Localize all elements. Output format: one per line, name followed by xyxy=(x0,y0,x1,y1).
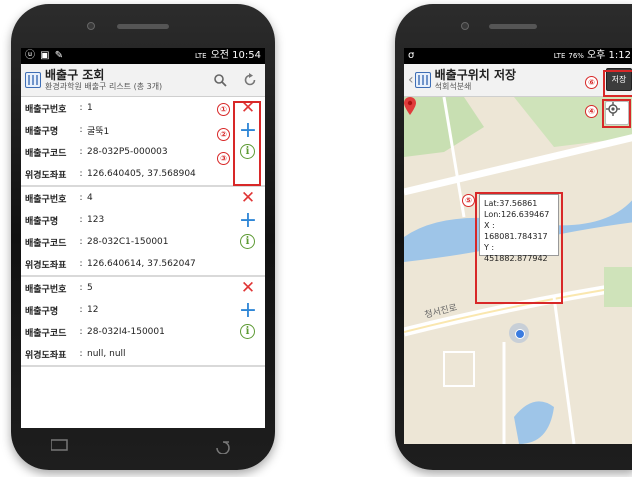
action-icons-highlight xyxy=(233,101,261,186)
status-icons: ⓤ ▣ ✎ xyxy=(25,50,65,61)
front-camera xyxy=(461,22,469,30)
coordinate-popup-highlight xyxy=(475,192,563,304)
page-title: 배출구 조회 xyxy=(45,68,105,82)
add-icon[interactable]: + xyxy=(239,298,257,323)
battery-level: 76% xyxy=(568,52,584,60)
add-icon[interactable]: + xyxy=(239,208,257,233)
annotation-marker-1: ① xyxy=(217,103,230,116)
map-pin-icon[interactable] xyxy=(404,97,416,115)
field-value: 28-032I4-150001 xyxy=(87,327,165,337)
list-item: 배출구번호 : 4 ✕ 배출구명 : 123 + 배출구코드 : 28-032C… xyxy=(21,187,265,277)
info-icon[interactable]: i xyxy=(240,234,255,249)
field-label: 배출구번호 xyxy=(25,194,67,205)
left-phone: ⓤ ▣ ✎ LTE 오전 10:54 배출구 조회 환경과학원 배출구 리스트 … xyxy=(11,4,275,470)
page-title: 배출구위치 저장 xyxy=(434,68,517,82)
annotation-marker-6: ⑥ xyxy=(585,76,598,89)
header-titles: 배출구 조회 환경과학원 배출구 리스트 (총 3개) xyxy=(45,69,209,91)
speaker-grille xyxy=(117,24,169,29)
field-label: 배출구명 xyxy=(25,216,59,227)
field-label: 배출구명 xyxy=(25,126,59,137)
speaker-grille xyxy=(489,24,537,29)
annotation-marker-4: ④ xyxy=(585,105,598,118)
field-label: 위경도좌표 xyxy=(25,170,67,181)
field-separator: : xyxy=(79,283,83,293)
record-row: 배출구명 : 12 + xyxy=(21,298,265,323)
record-row: 배출구코드 : 28-032C1-150001 i xyxy=(21,231,265,253)
back-chevron-icon[interactable]: ‹ xyxy=(408,72,414,88)
record-row: 배출구명 : 123 + xyxy=(21,208,265,233)
delete-icon[interactable]: ✕ xyxy=(239,188,257,208)
field-separator: : xyxy=(79,237,83,247)
record-row: 위경도좌표 : 126.640614, 37.562047 xyxy=(21,253,265,275)
back-key-icon xyxy=(216,441,230,454)
record-row: 배출구번호 : 5 ✕ xyxy=(21,277,265,299)
status-bar: ⓤ ▣ ✎ LTE 오전 10:54 xyxy=(21,48,265,64)
right-phone: σ LTE 76% 오후 1:12 ‹ 배출구위치 저장 석회석분쇄 저장 청서… xyxy=(395,4,632,470)
search-icon[interactable] xyxy=(209,69,231,91)
field-separator: : xyxy=(79,193,83,203)
delete-icon[interactable]: ✕ xyxy=(239,278,257,298)
stage: ⓤ ▣ ✎ LTE 오전 10:54 배출구 조회 환경과학원 배출구 리스트 … xyxy=(0,0,632,477)
record-row: 위경도좌표 : 126.640405, 37.568904 xyxy=(21,163,265,185)
left-screen: ⓤ ▣ ✎ LTE 오전 10:54 배출구 조회 환경과학원 배출구 리스트 … xyxy=(21,48,265,428)
field-separator: : xyxy=(79,259,83,269)
field-label: 배출구코드 xyxy=(25,238,67,249)
page-subtitle: 석회석분쇄 xyxy=(434,82,472,91)
record-row: 배출구코드 : 28-032I4-150001 i xyxy=(21,321,265,343)
field-value: 126.640614, 37.562047 xyxy=(87,259,196,269)
network-indicator: LTE xyxy=(553,52,566,60)
field-separator: : xyxy=(79,215,83,225)
field-separator: : xyxy=(79,327,83,337)
field-separator: : xyxy=(79,125,83,135)
field-separator: : xyxy=(79,349,83,359)
annotation-marker-3: ③ xyxy=(217,152,230,165)
location-button-highlight xyxy=(602,99,631,128)
app-header: 배출구 조회 환경과학원 배출구 리스트 (총 3개) xyxy=(21,64,265,97)
record-row: 위경도좌표 : null, null xyxy=(21,343,265,365)
record-row: 배출구번호 : 4 ✕ xyxy=(21,187,265,209)
front-camera xyxy=(87,22,95,30)
field-separator: : xyxy=(79,169,83,179)
network-indicator: LTE xyxy=(194,52,207,60)
field-label: 위경도좌표 xyxy=(25,260,67,271)
field-label: 배출구코드 xyxy=(25,328,67,339)
field-separator: : xyxy=(79,103,83,113)
field-label: 배출구명 xyxy=(25,306,59,317)
refresh-icon[interactable] xyxy=(239,69,261,91)
field-label: 배출구번호 xyxy=(25,284,67,295)
soft-keys xyxy=(51,439,230,454)
status-icons: σ xyxy=(408,50,416,61)
app-logo-icon xyxy=(25,72,41,88)
annotation-marker-5: ⑤ xyxy=(462,194,475,207)
annotation-marker-2: ② xyxy=(217,128,230,141)
status-time: 오후 1:12 xyxy=(586,50,631,61)
field-label: 배출구번호 xyxy=(25,104,67,115)
save-button-highlight xyxy=(603,70,632,97)
app-logo-icon xyxy=(414,72,431,88)
field-label: 위경도좌표 xyxy=(25,350,67,361)
field-value: null, null xyxy=(87,349,126,359)
info-icon[interactable]: i xyxy=(240,324,255,339)
right-screen: σ LTE 76% 오후 1:12 ‹ 배출구위치 저장 석회석분쇄 저장 청서… xyxy=(404,48,632,444)
page-subtitle: 환경과학원 배출구 리스트 (총 3개) xyxy=(45,82,163,91)
field-separator: : xyxy=(79,305,83,315)
header-titles: 배출구위치 저장 석회석분쇄 xyxy=(435,69,631,91)
current-location-dot xyxy=(509,323,529,343)
menu-key-icon xyxy=(51,439,68,451)
field-label: 배출구코드 xyxy=(25,148,67,159)
status-time: 오전 10:54 xyxy=(210,50,261,61)
list-item: 배출구번호 : 5 ✕ 배출구명 : 12 + 배출구코드 : 28-032I4… xyxy=(21,277,265,367)
field-separator: : xyxy=(79,147,83,157)
field-value: 28-032C1-150001 xyxy=(87,237,169,247)
status-bar: σ LTE 76% 오후 1:12 xyxy=(404,48,632,64)
